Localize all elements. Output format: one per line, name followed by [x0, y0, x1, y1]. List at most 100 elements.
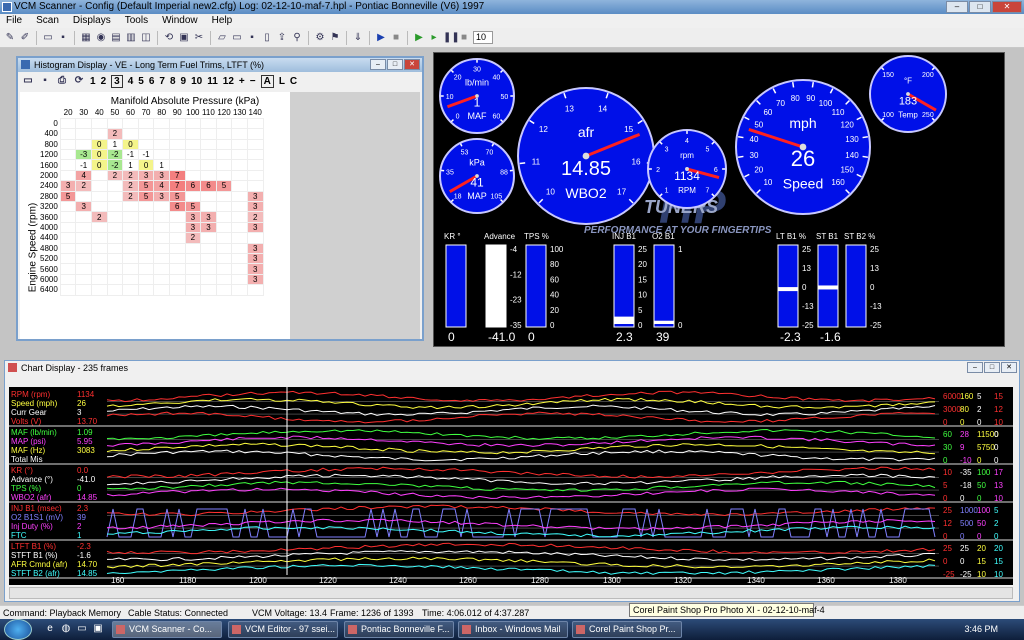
chart-scrollbar[interactable]: [9, 587, 1013, 599]
histogram-cell[interactable]: [153, 200, 170, 213]
save-log-icon[interactable]: ▪: [246, 32, 258, 44]
histogram-cell[interactable]: 3: [246, 242, 264, 254]
histogram-cell[interactable]: 3: [200, 221, 217, 234]
histogram-cell[interactable]: [122, 242, 139, 254]
histogram-cell[interactable]: [122, 211, 139, 223]
ie-icon[interactable]: e: [44, 623, 56, 635]
menu-file[interactable]: File: [6, 14, 22, 28]
histogram-cell[interactable]: [184, 284, 202, 296]
histogram-tool-2[interactable]: 2: [101, 76, 107, 87]
histogram-maximize-button[interactable]: □: [387, 59, 403, 70]
histogram-cell[interactable]: 5: [215, 180, 233, 192]
histogram-cell[interactable]: [231, 169, 248, 182]
histogram-cell[interactable]: [153, 242, 170, 254]
histogram-cell[interactable]: [200, 149, 217, 161]
play-icon[interactable]: ▶: [375, 32, 387, 44]
histogram-cell[interactable]: [215, 273, 233, 286]
histogram-cell[interactable]: [75, 221, 92, 234]
histogram-tool-8[interactable]: 8: [170, 76, 176, 87]
open-folder-icon[interactable]: ▭: [42, 32, 54, 44]
histogram-cell[interactable]: [184, 117, 202, 130]
histogram-cell[interactable]: -3: [75, 149, 92, 161]
histogram-cell[interactable]: [215, 263, 233, 275]
histogram-cell[interactable]: 3: [246, 221, 264, 234]
histogram-cell[interactable]: [200, 169, 217, 182]
histogram-cell[interactable]: 2: [184, 232, 202, 244]
histogram-cell[interactable]: [153, 149, 170, 161]
histogram-cell[interactable]: [215, 200, 233, 213]
panel-icon[interactable]: ◫: [140, 32, 152, 44]
histogram-cell[interactable]: [137, 200, 155, 213]
histogram-cell[interactable]: [106, 263, 124, 275]
histogram-cell[interactable]: 3: [153, 190, 170, 203]
histogram-cell[interactable]: [153, 263, 170, 275]
histogram-cell[interactable]: [215, 190, 233, 203]
histogram-cell[interactable]: [137, 211, 155, 223]
histogram-cell[interactable]: [122, 284, 139, 296]
histogram-minimize-button[interactable]: –: [370, 59, 386, 70]
histogram-cell[interactable]: [168, 128, 186, 140]
histogram-cell[interactable]: 0: [122, 138, 139, 151]
histogram-cell[interactable]: [137, 242, 155, 254]
histogram-cell[interactable]: 3: [75, 200, 92, 213]
histogram-cell[interactable]: 3: [246, 273, 264, 286]
histogram-cell[interactable]: 3: [246, 200, 264, 213]
video-icon[interactable]: ▣: [178, 32, 190, 44]
histogram-cell[interactable]: 0: [137, 159, 155, 171]
histogram-cell[interactable]: [153, 273, 170, 286]
menu-window[interactable]: Window: [162, 14, 198, 28]
histogram-cell[interactable]: [231, 211, 248, 223]
histogram-cell[interactable]: [75, 190, 92, 203]
histogram-cell[interactable]: [215, 138, 233, 151]
histogram-cell[interactable]: [122, 128, 139, 140]
histogram-cell[interactable]: [90, 190, 108, 203]
histogram-cell[interactable]: 0: [90, 149, 108, 161]
playback-play-icon[interactable]: ▶: [413, 32, 425, 44]
histogram-tool-15[interactable]: A: [260, 74, 274, 88]
grid-icon[interactable]: ▦: [80, 32, 92, 44]
histogram-cell[interactable]: [137, 128, 155, 140]
histogram-cell[interactable]: [231, 180, 248, 192]
histogram-cell[interactable]: [200, 263, 217, 275]
histogram-cell[interactable]: 5: [168, 190, 186, 203]
histogram-cell[interactable]: [90, 169, 108, 182]
chart-minimize-button[interactable]: –: [967, 362, 983, 373]
show-desktop-icon[interactable]: ▭: [76, 623, 88, 635]
histogram-cell[interactable]: [184, 169, 202, 182]
histogram-cell[interactable]: [153, 138, 170, 151]
histogram-cell[interactable]: 2: [122, 169, 139, 182]
histogram-close-button[interactable]: ✕: [404, 59, 420, 70]
histogram-cell[interactable]: [200, 252, 217, 265]
stop-playback-icon[interactable]: ■: [458, 32, 470, 44]
histogram-cell[interactable]: [106, 211, 124, 223]
chart-icon[interactable]: ▥: [125, 32, 137, 44]
open-icon[interactable]: ▭: [22, 75, 34, 87]
histogram-cell[interactable]: [215, 221, 233, 234]
histogram-cell[interactable]: [90, 200, 108, 213]
histogram-cell[interactable]: [215, 211, 233, 223]
histogram-cell[interactable]: [59, 242, 77, 254]
histogram-cell[interactable]: [75, 128, 92, 140]
histogram-cell[interactable]: 5: [137, 180, 155, 192]
histogram-cell[interactable]: [231, 200, 248, 213]
histogram-cell[interactable]: [153, 232, 170, 244]
histogram-cell[interactable]: [75, 232, 92, 244]
histogram-cell[interactable]: 6: [168, 200, 186, 213]
histogram-cell[interactable]: 5: [137, 190, 155, 203]
histogram-cell[interactable]: [59, 169, 77, 182]
table-icon[interactable]: ▤: [110, 32, 122, 44]
histogram-tool-3[interactable]: 3: [111, 74, 123, 88]
histogram-tool-1[interactable]: 1: [90, 76, 96, 87]
firefox-icon[interactable]: ◍: [60, 623, 72, 635]
histogram-cell[interactable]: [168, 252, 186, 265]
histogram-cell[interactable]: [106, 180, 124, 192]
histogram-cell[interactable]: [90, 128, 108, 140]
histogram-cell[interactable]: [246, 138, 264, 151]
connect-icon[interactable]: ⟲: [163, 32, 175, 44]
histogram-cell[interactable]: [231, 232, 248, 244]
histogram-cell[interactable]: [122, 221, 139, 234]
histogram-cell[interactable]: [168, 138, 186, 151]
histogram-cell[interactable]: [106, 232, 124, 244]
histogram-cell[interactable]: [137, 263, 155, 275]
histogram-cell[interactable]: [75, 284, 92, 296]
